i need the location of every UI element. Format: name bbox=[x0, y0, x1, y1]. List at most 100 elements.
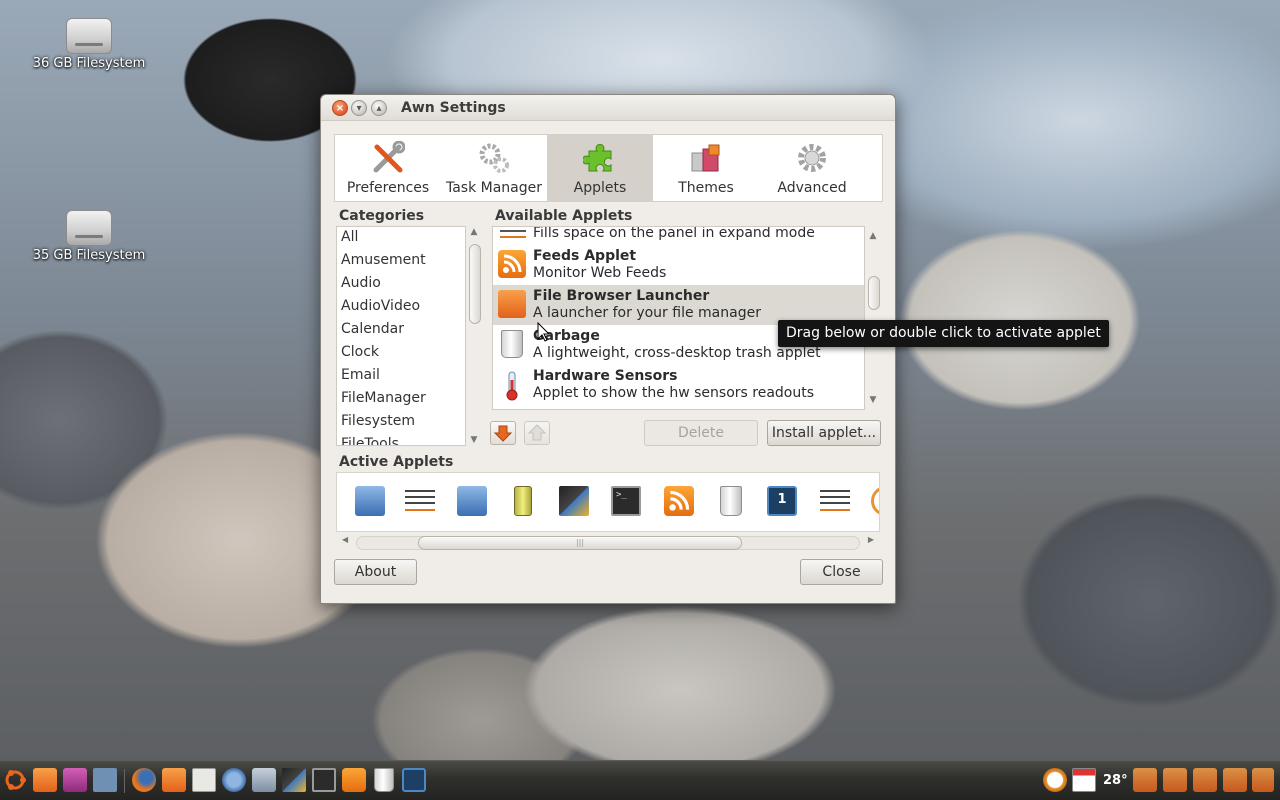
battery-icon[interactable] bbox=[514, 486, 532, 516]
trash-icon[interactable] bbox=[374, 768, 394, 792]
category-item[interactable]: AudioVideo bbox=[337, 296, 465, 319]
tab-advanced[interactable]: Advanced bbox=[759, 135, 865, 201]
applet-description: A lightweight, cross-desktop trash apple… bbox=[533, 345, 821, 361]
scroll-thumb[interactable] bbox=[469, 244, 481, 324]
launcher-icon[interactable] bbox=[355, 486, 385, 516]
available-applets-scrollbar[interactable]: ▲ ▼ bbox=[865, 226, 881, 410]
desktop-icon-label: 36 GB Filesystem bbox=[32, 56, 146, 71]
applet-row[interactable]: Feeds Applet Monitor Web Feeds bbox=[493, 245, 864, 285]
gear-icon bbox=[795, 141, 829, 175]
scroll-down-arrow-icon[interactable]: ▼ bbox=[466, 434, 482, 446]
media-icon[interactable] bbox=[282, 768, 306, 792]
music-folder-icon[interactable] bbox=[1163, 768, 1187, 792]
documents-folder-icon[interactable] bbox=[1252, 768, 1274, 792]
text-editor-icon[interactable] bbox=[192, 768, 216, 792]
delete-button[interactable]: Delete bbox=[644, 420, 758, 446]
firefox-icon[interactable] bbox=[132, 768, 156, 792]
desktop-icon-35gb[interactable]: 35 GB Filesystem bbox=[29, 210, 149, 263]
folder-icon[interactable] bbox=[162, 768, 186, 792]
scroll-up-arrow-icon[interactable]: ▲ bbox=[865, 230, 881, 242]
desktop-icon-36gb[interactable]: 36 GB Filesystem bbox=[29, 18, 149, 71]
active-applets-strip[interactable]: >_ 1 bbox=[336, 472, 880, 532]
available-applets-list[interactable]: Fills space on the panel in expand mode … bbox=[492, 226, 865, 410]
trash-icon[interactable] bbox=[720, 486, 742, 516]
tab-applets[interactable]: Applets bbox=[547, 135, 653, 201]
workspace-switcher-icon[interactable] bbox=[63, 768, 87, 792]
category-item[interactable]: FileTools bbox=[337, 434, 465, 445]
categories-scrollbar[interactable]: ▲ ▼ bbox=[466, 226, 482, 446]
home-folder-icon[interactable] bbox=[33, 768, 57, 792]
applet-description: Fills space on the panel in expand mode bbox=[533, 226, 815, 241]
category-item[interactable]: Clock bbox=[337, 342, 465, 365]
gears-icon bbox=[477, 141, 511, 175]
active-applets-hscrollbar[interactable]: ◀ ||| ▶ bbox=[336, 535, 880, 550]
launcher-icon[interactable] bbox=[457, 486, 487, 516]
category-item[interactable]: Calendar bbox=[337, 319, 465, 342]
applet-description: Monitor Web Feeds bbox=[533, 265, 667, 281]
active-applets-heading: Active Applets bbox=[339, 454, 454, 470]
separator-icon[interactable] bbox=[404, 486, 435, 516]
workspace-icon[interactable] bbox=[402, 768, 426, 792]
maximize-window-button[interactable]: ▴ bbox=[371, 100, 387, 116]
tab-task-manager[interactable]: Task Manager bbox=[441, 135, 547, 201]
about-button[interactable]: About bbox=[334, 559, 417, 585]
minimize-window-button[interactable]: ▾ bbox=[351, 100, 367, 116]
calendar-icon[interactable] bbox=[1072, 768, 1096, 792]
taskbar: 28° bbox=[0, 760, 1280, 800]
rss-icon[interactable] bbox=[342, 768, 366, 792]
folder-icon[interactable] bbox=[1133, 768, 1157, 792]
scroll-down-arrow-icon[interactable]: ▼ bbox=[865, 394, 881, 406]
media-icon[interactable] bbox=[559, 486, 589, 516]
move-down-button[interactable] bbox=[490, 421, 516, 445]
scroll-up-arrow-icon[interactable]: ▲ bbox=[466, 226, 482, 238]
category-item[interactable]: All bbox=[337, 227, 465, 250]
tooltip: Drag below or double click to activate a… bbox=[778, 320, 1109, 347]
videos-folder-icon[interactable] bbox=[1223, 768, 1247, 792]
terminal-icon[interactable]: >_ bbox=[611, 486, 641, 516]
applet-row[interactable]: Fills space on the panel in expand mode bbox=[493, 226, 864, 245]
category-item[interactable]: Amusement bbox=[337, 250, 465, 273]
scroll-thumb[interactable] bbox=[868, 276, 880, 310]
install-applet-button[interactable]: Install applet... bbox=[767, 420, 881, 446]
category-item[interactable]: Audio bbox=[337, 273, 465, 296]
terminal-icon[interactable] bbox=[312, 768, 336, 792]
move-up-button[interactable] bbox=[524, 421, 550, 445]
title-bar[interactable]: × ▾ ▴ Awn Settings bbox=[321, 95, 895, 121]
workspace-icon[interactable]: 1 bbox=[767, 486, 797, 516]
category-item[interactable]: Email bbox=[337, 365, 465, 388]
category-item[interactable]: FileManager bbox=[337, 388, 465, 411]
rss-icon[interactable] bbox=[664, 486, 694, 516]
tab-label: Task Manager bbox=[445, 180, 543, 196]
mouse-pointer-icon bbox=[537, 321, 551, 346]
hard-drive-icon bbox=[66, 210, 112, 246]
ubuntu-logo-icon[interactable] bbox=[3, 768, 27, 792]
scroll-thumb[interactable]: ||| bbox=[418, 536, 742, 550]
clock-icon[interactable] bbox=[871, 486, 879, 516]
applet-row[interactable]: Hardware Sensors Applet to show the hw s… bbox=[493, 365, 864, 405]
puzzle-piece-icon bbox=[581, 141, 617, 175]
categories-list[interactable]: All Amusement Audio AudioVideo Calendar … bbox=[336, 226, 466, 446]
tab-bar: Preferences Task Manager Applets Themes … bbox=[334, 134, 883, 202]
clock-icon[interactable] bbox=[1043, 768, 1067, 792]
separator-icon[interactable] bbox=[819, 486, 850, 516]
pictures-folder-icon[interactable] bbox=[1193, 768, 1217, 792]
awn-settings-icon[interactable] bbox=[93, 768, 117, 792]
gift-bags-icon bbox=[689, 141, 723, 175]
category-item[interactable]: Filesystem bbox=[337, 411, 465, 434]
weather-temperature[interactable]: 28° bbox=[1103, 773, 1128, 788]
scroll-left-arrow-icon[interactable]: ◀ bbox=[342, 535, 348, 544]
tab-themes[interactable]: Themes bbox=[653, 135, 759, 201]
taskbar-separator bbox=[124, 769, 125, 793]
chat-icon[interactable] bbox=[222, 768, 246, 792]
close-button[interactable]: Close bbox=[800, 559, 883, 585]
tab-preferences[interactable]: Preferences bbox=[335, 135, 441, 201]
applet-row-selected[interactable]: File Browser Launcher A launcher for you… bbox=[493, 285, 864, 325]
tab-label: Advanced bbox=[777, 180, 847, 196]
awn-settings-window: × ▾ ▴ Awn Settings Preferences Task Mana… bbox=[320, 94, 896, 604]
close-window-button[interactable]: × bbox=[332, 100, 348, 116]
scroll-right-arrow-icon[interactable]: ▶ bbox=[868, 535, 874, 544]
desktop-icon-label: 35 GB Filesystem bbox=[32, 248, 146, 263]
applet-name: Feeds Applet bbox=[533, 248, 637, 264]
wrench-screwdriver-icon bbox=[371, 140, 406, 175]
system-tools-icon[interactable] bbox=[252, 768, 276, 792]
